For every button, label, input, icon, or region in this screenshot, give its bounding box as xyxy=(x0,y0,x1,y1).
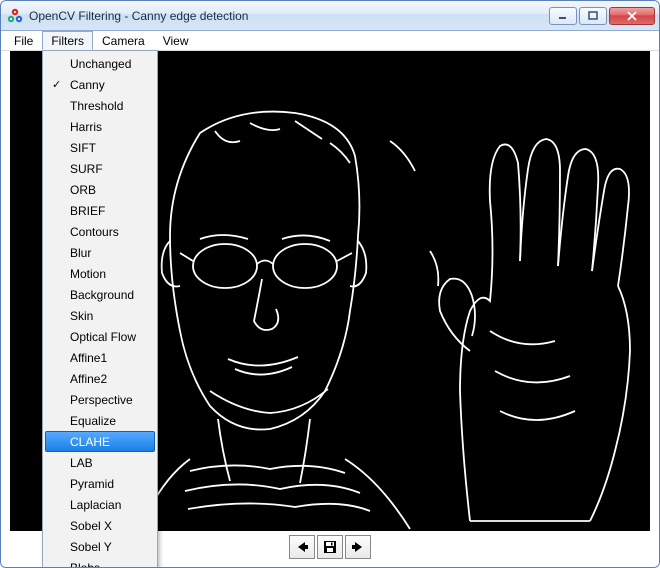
arrow-right-icon xyxy=(350,539,366,555)
filter-item-blur[interactable]: Blur xyxy=(45,242,155,263)
filter-item-label: Motion xyxy=(70,267,106,281)
filter-item-perspective[interactable]: Perspective xyxy=(45,389,155,410)
filter-item-label: Affine1 xyxy=(70,351,107,365)
app-window: OpenCV Filtering - Canny edge detection … xyxy=(0,0,660,568)
filter-item-label: Sobel X xyxy=(70,519,112,533)
filter-item-label: Equalize xyxy=(70,414,116,428)
close-button[interactable] xyxy=(609,7,655,25)
menu-filters-label: Filters xyxy=(51,34,84,48)
menu-filters[interactable]: Filters xyxy=(42,31,93,50)
filter-item-label: BRIEF xyxy=(70,204,105,218)
window-title: OpenCV Filtering - Canny edge detection xyxy=(29,9,549,23)
window-controls xyxy=(549,7,655,25)
filter-item-lab[interactable]: LAB xyxy=(45,452,155,473)
filter-item-label: SURF xyxy=(70,162,103,176)
filters-dropdown: Unchanged ✓ Canny Threshold Harris SIFT SURF OR… xyxy=(42,50,158,568)
filter-item-orb[interactable]: ORB xyxy=(45,179,155,200)
filter-item-canny[interactable]: ✓ Canny xyxy=(45,74,155,95)
filter-item-label: Harris xyxy=(70,120,102,134)
filter-item-sobel-x[interactable]: Sobel X xyxy=(45,515,155,536)
menu-camera[interactable]: Camera xyxy=(93,31,154,50)
filter-item-blobs[interactable]: Blobs xyxy=(45,557,155,568)
close-icon xyxy=(627,11,637,21)
minimize-button[interactable] xyxy=(549,7,577,25)
minimize-icon xyxy=(558,11,568,21)
filter-item-label: Skin xyxy=(70,309,93,323)
filter-item-label: Threshold xyxy=(70,99,123,113)
filter-item-label: Pyramid xyxy=(70,477,114,491)
filter-item-label: SIFT xyxy=(70,141,96,155)
filter-item-motion[interactable]: Motion xyxy=(45,263,155,284)
filter-item-label: CLAHE xyxy=(70,435,110,449)
filter-item-laplacian[interactable]: Laplacian xyxy=(45,494,155,515)
filter-item-affine1[interactable]: Affine1 xyxy=(45,347,155,368)
filter-item-label: Background xyxy=(70,288,134,302)
filter-item-label: Contours xyxy=(70,225,119,239)
filter-item-equalize[interactable]: Equalize xyxy=(45,410,155,431)
filter-item-label: Blur xyxy=(70,246,91,260)
filter-item-label: Affine2 xyxy=(70,372,107,386)
menubar: File Filters Camera View xyxy=(1,31,659,51)
filter-item-optical-flow[interactable]: Optical Flow xyxy=(45,326,155,347)
menu-camera-label: Camera xyxy=(102,34,145,48)
menu-view[interactable]: View xyxy=(154,31,198,50)
menu-file-label: File xyxy=(14,34,33,48)
filter-item-surf[interactable]: SURF xyxy=(45,158,155,179)
maximize-icon xyxy=(588,11,598,21)
filter-item-label: Canny xyxy=(70,78,105,92)
save-button[interactable] xyxy=(317,535,343,559)
arrow-left-icon xyxy=(294,539,310,555)
filter-item-label: Blobs xyxy=(70,561,100,568)
titlebar[interactable]: OpenCV Filtering - Canny edge detection xyxy=(1,1,659,31)
prev-button[interactable] xyxy=(289,535,315,559)
filter-item-label: Unchanged xyxy=(70,57,131,71)
filter-item-label: Optical Flow xyxy=(70,330,136,344)
filter-item-label: Laplacian xyxy=(70,498,121,512)
maximize-button[interactable] xyxy=(579,7,607,25)
filter-item-unchanged[interactable]: Unchanged xyxy=(45,53,155,74)
filter-item-sobel-y[interactable]: Sobel Y xyxy=(45,536,155,557)
filter-item-contours[interactable]: Contours xyxy=(45,221,155,242)
filter-item-pyramid[interactable]: Pyramid xyxy=(45,473,155,494)
filter-item-brief[interactable]: BRIEF xyxy=(45,200,155,221)
filter-item-threshold[interactable]: Threshold xyxy=(45,95,155,116)
filter-item-label: Sobel Y xyxy=(70,540,112,554)
content-area: Unchanged ✓ Canny Threshold Harris SIFT SURF OR… xyxy=(1,51,659,567)
filter-item-affine2[interactable]: Affine2 xyxy=(45,368,155,389)
filter-item-sift[interactable]: SIFT xyxy=(45,137,155,158)
filter-item-clahe[interactable]: CLAHE xyxy=(45,431,155,452)
checkmark-icon: ✓ xyxy=(52,78,61,91)
menu-file[interactable]: File xyxy=(5,31,42,50)
next-button[interactable] xyxy=(345,535,371,559)
app-icon xyxy=(7,8,23,24)
filter-item-skin[interactable]: Skin xyxy=(45,305,155,326)
filter-item-background[interactable]: Background xyxy=(45,284,155,305)
filter-item-label: ORB xyxy=(70,183,96,197)
filter-item-label: LAB xyxy=(70,456,93,470)
floppy-icon xyxy=(322,539,338,555)
filter-item-label: Perspective xyxy=(70,393,133,407)
menu-view-label: View xyxy=(163,34,189,48)
filter-item-harris[interactable]: Harris xyxy=(45,116,155,137)
